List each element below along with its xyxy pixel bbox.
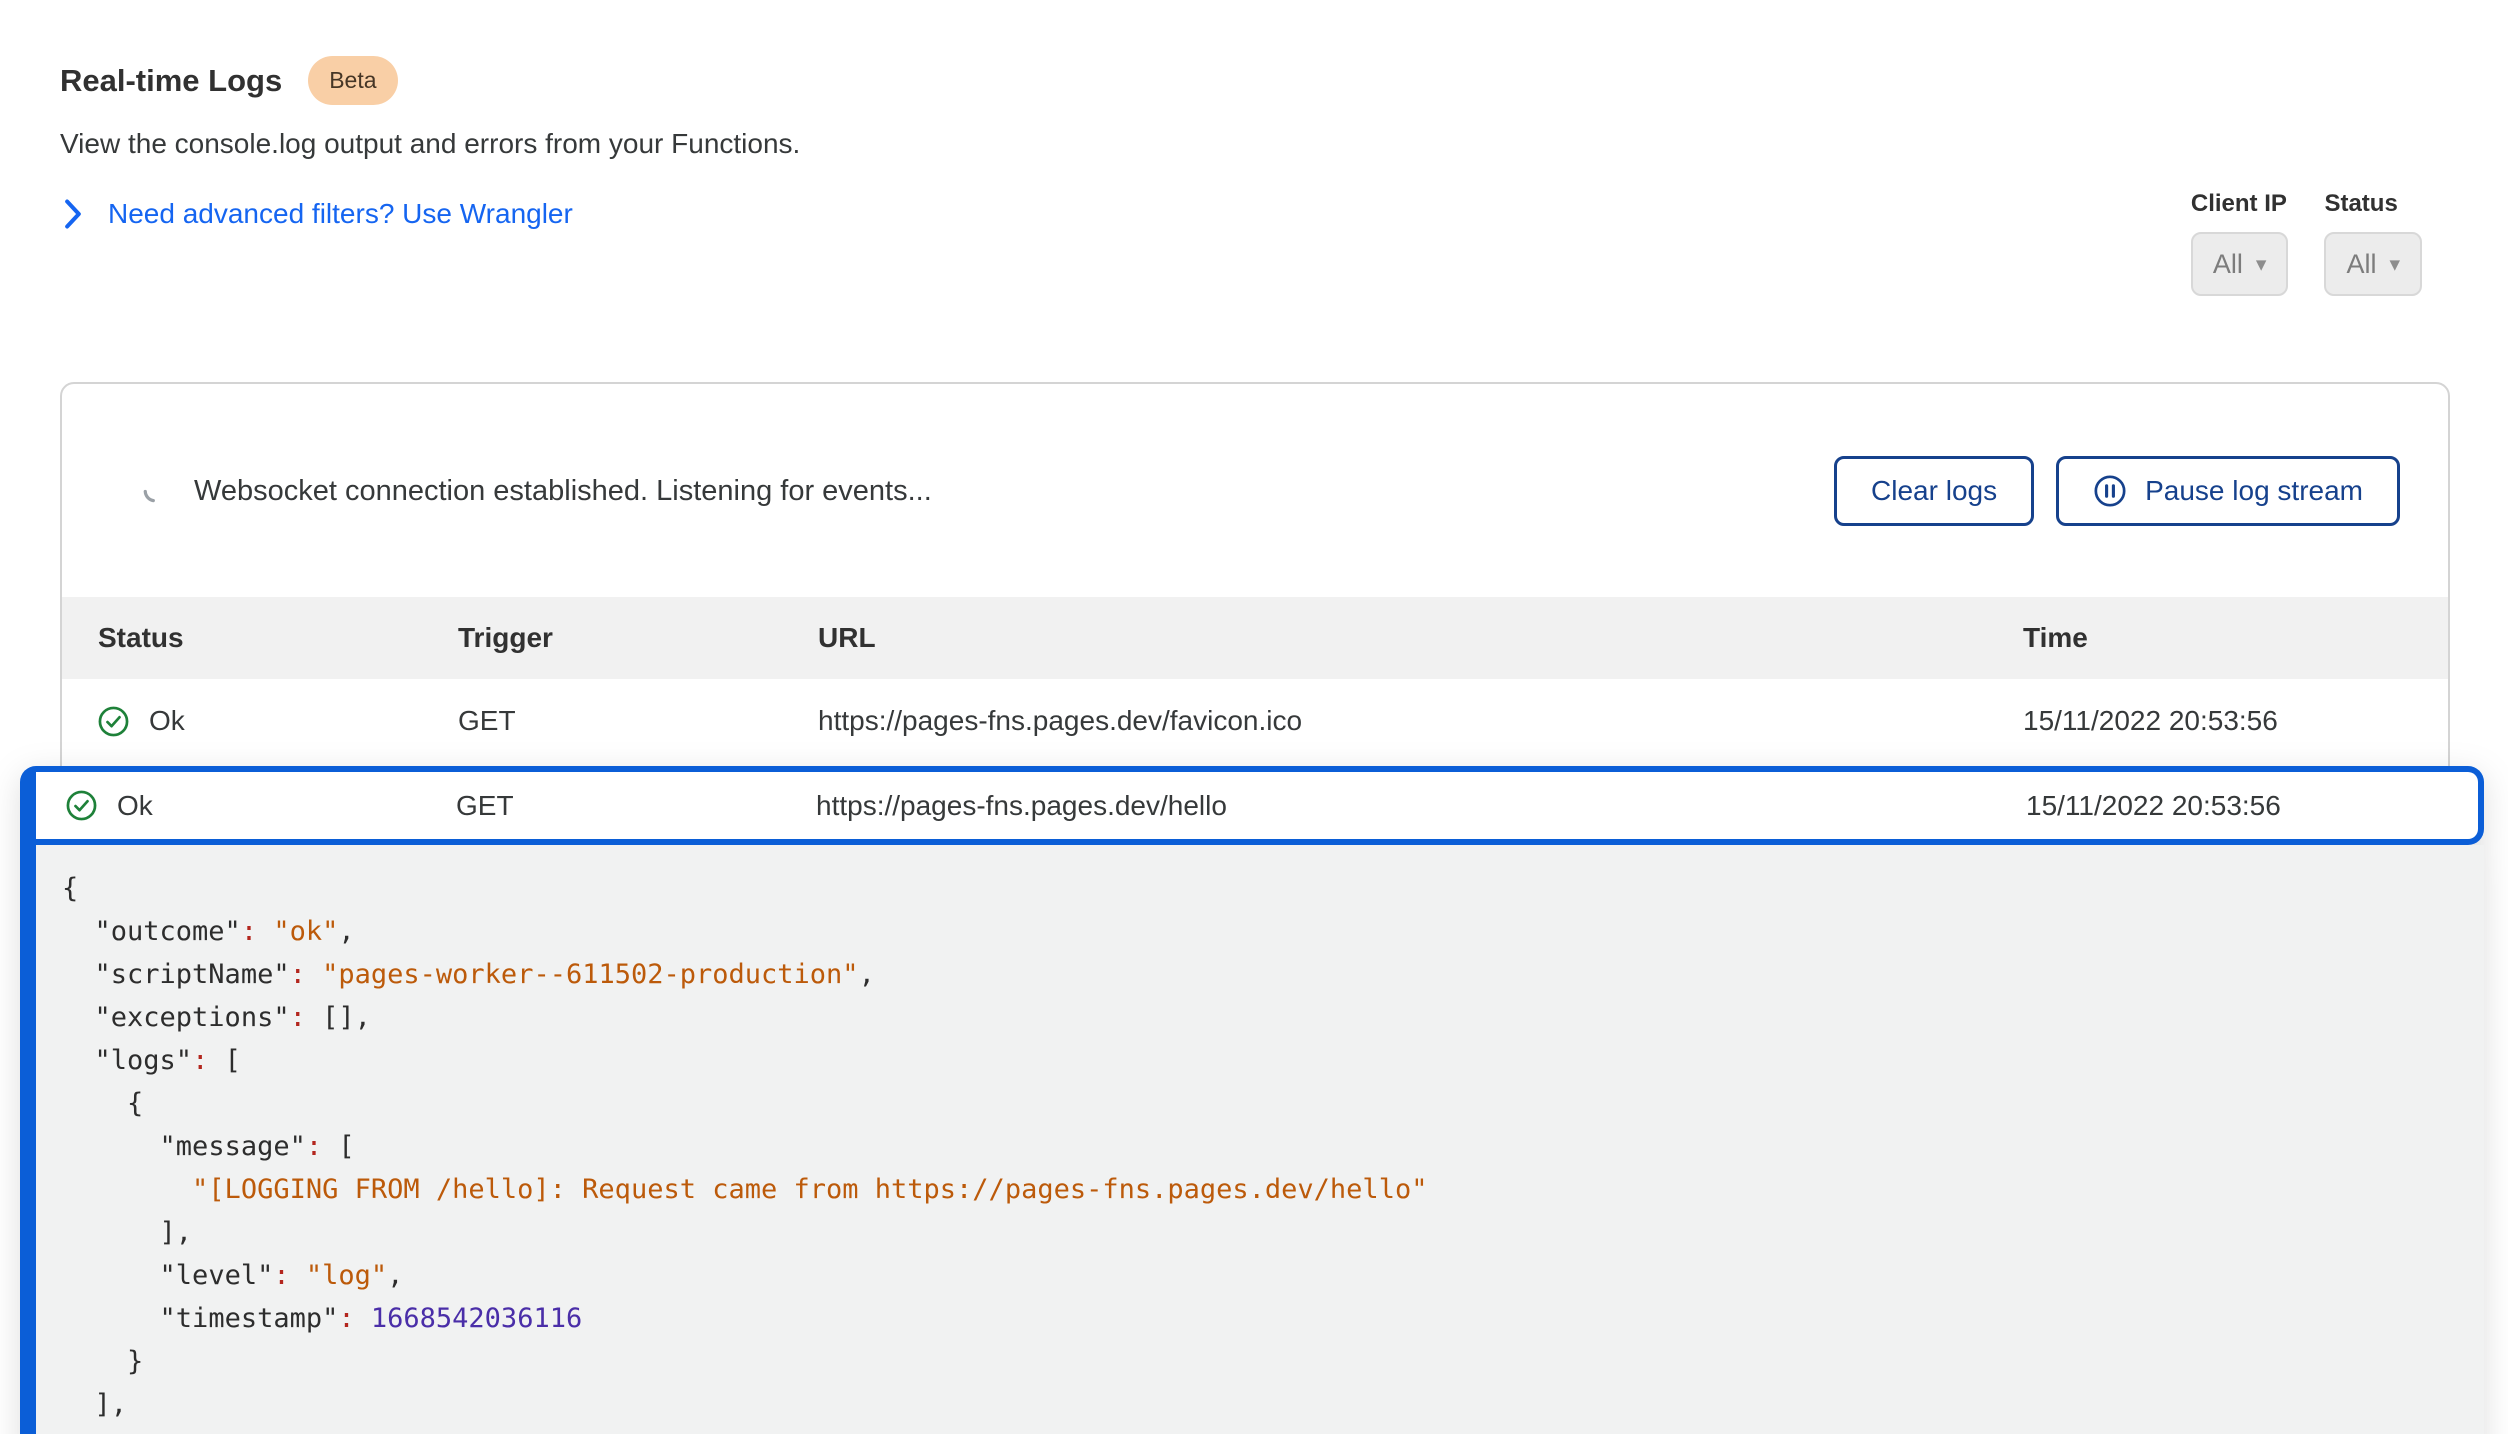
filter-client-ip-label: Client IP [2191, 190, 2289, 218]
filter-status: Status All ▾ [2324, 190, 2422, 296]
filters: Client IP All ▾ Status All ▾ [2191, 190, 2422, 296]
row-status-cell: Ok [66, 790, 456, 822]
code-line: "level": "log", [62, 1254, 2464, 1297]
filter-status-label: Status [2324, 190, 2422, 218]
column-header-status: Status [98, 622, 458, 654]
code-line: "exceptions": [], [62, 996, 2464, 1039]
code-line: "timestamp": 1668542036116 [62, 1297, 2464, 1340]
log-table-row-selected[interactable]: Ok GET https://pages-fns.pages.dev/hello… [36, 766, 2484, 845]
caret-down-icon: ▾ [2256, 252, 2267, 277]
log-toolbar: Websocket connection established. Listen… [62, 448, 2448, 534]
filter-client-ip: Client IP All ▾ [2191, 190, 2289, 296]
beta-badge: Beta [308, 56, 397, 105]
row-status-text: Ok [149, 705, 185, 737]
clear-logs-label: Clear logs [1871, 475, 1997, 507]
pause-log-stream-button[interactable]: Pause log stream [2056, 456, 2400, 526]
caret-down-icon: ▾ [2389, 252, 2400, 277]
column-header-trigger: Trigger [458, 622, 818, 654]
code-line: "[LOGGING FROM /hello]: Request came fro… [62, 1168, 2464, 1211]
page-header: Real-time Logs Beta [60, 56, 398, 105]
code-line: "logs": [ [62, 1039, 2464, 1082]
pause-icon [2093, 474, 2127, 508]
code-line: } [62, 1340, 2464, 1383]
websocket-status-message: Websocket connection established. Listen… [194, 475, 932, 508]
log-table-row[interactable]: Ok GET https://pages-fns.pages.dev/favic… [62, 679, 2448, 763]
log-table-header: Status Trigger URL Time [62, 597, 2448, 679]
pause-log-stream-label: Pause log stream [2145, 475, 2363, 507]
code-line: "message": [ [62, 1125, 2464, 1168]
row-trigger: GET [458, 705, 818, 737]
code-line: "outcome": "ok", [62, 910, 2464, 953]
advanced-filters-link[interactable]: Need advanced filters? Use Wrangler [108, 198, 573, 230]
row-trigger: GET [456, 790, 816, 822]
row-time: 15/11/2022 20:53:56 [2023, 705, 2448, 737]
row-url: https://pages-fns.pages.dev/favicon.ico [818, 705, 2023, 737]
code-line: { [62, 1082, 2464, 1125]
check-circle-icon [66, 790, 97, 821]
page-title: Real-time Logs [60, 63, 282, 99]
realtime-logs-page: Real-time Logs Beta View the console.log… [0, 0, 2508, 1434]
check-circle-icon [98, 706, 129, 737]
client-ip-dropdown[interactable]: All ▾ [2191, 232, 2289, 296]
advanced-filters-link-row[interactable]: Need advanced filters? Use Wrangler [62, 198, 573, 230]
websocket-status: Websocket connection established. Listen… [142, 475, 932, 508]
row-time: 15/11/2022 20:53:56 [2026, 790, 2478, 822]
code-line: ], [62, 1383, 2464, 1426]
client-ip-dropdown-value: All [2213, 249, 2243, 280]
status-dropdown-value: All [2346, 249, 2376, 280]
spinner-icon [142, 478, 168, 504]
code-line: { [62, 867, 2464, 910]
row-status-text: Ok [117, 790, 153, 822]
toolbar-buttons: Clear logs Pause log stream [1834, 456, 2400, 526]
status-dropdown[interactable]: All ▾ [2324, 232, 2422, 296]
page-description: View the console.log output and errors f… [60, 128, 800, 160]
code-line: ], [62, 1211, 2464, 1254]
column-header-time: Time [2023, 622, 2448, 654]
column-header-url: URL [818, 622, 2023, 654]
clear-logs-button[interactable]: Clear logs [1834, 456, 2034, 526]
log-detail-json: { "outcome": "ok", "scriptName": "pages-… [36, 845, 2484, 1434]
expanded-log-item: Ok GET https://pages-fns.pages.dev/hello… [20, 766, 2484, 1434]
code-line: "scriptName": "pages-worker--611502-prod… [62, 953, 2464, 996]
chevron-right-icon [62, 199, 84, 229]
row-url: https://pages-fns.pages.dev/hello [816, 790, 2026, 822]
row-status-cell: Ok [98, 705, 458, 737]
